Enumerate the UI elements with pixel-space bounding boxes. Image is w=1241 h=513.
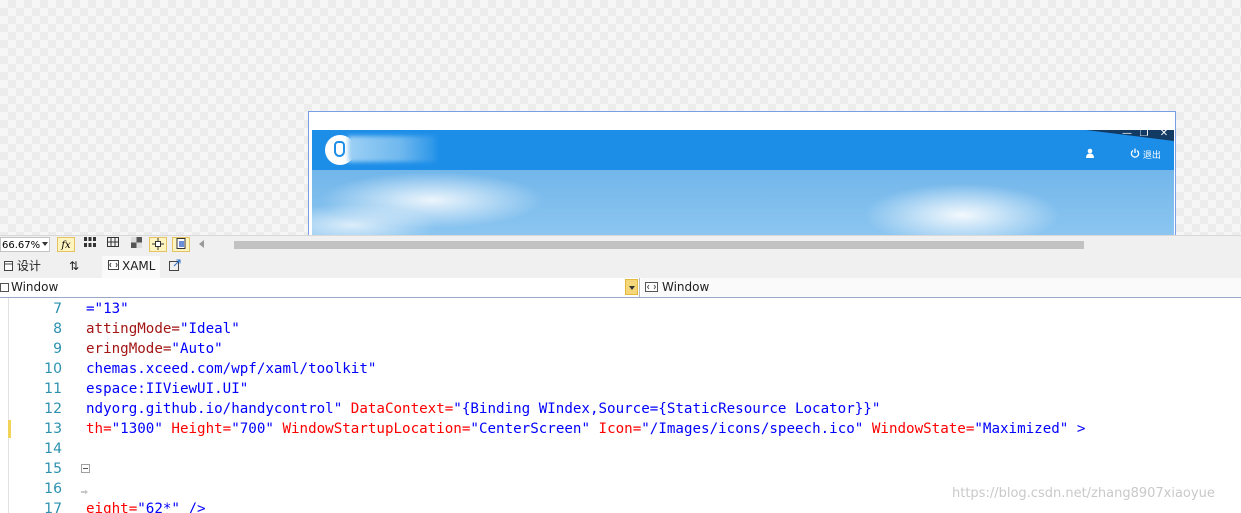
project-code-icon[interactable] bbox=[172, 237, 190, 252]
blurred-app-title bbox=[348, 136, 436, 162]
code-text: attingMode="Ideal" bbox=[86, 319, 240, 339]
element-selector-right[interactable]: Window bbox=[641, 278, 1241, 297]
line-number: 12 bbox=[44, 401, 62, 417]
line-number: 16 bbox=[44, 481, 62, 497]
line-number: 9 bbox=[53, 341, 62, 357]
window-preview[interactable]: — ❐ ✕ 退出 bbox=[308, 111, 1176, 235]
line-number: 11 bbox=[44, 381, 62, 397]
element-selector-left[interactable]: Window bbox=[0, 278, 640, 297]
minimize-icon[interactable]: — bbox=[1118, 128, 1136, 139]
view-tab-row: 设计 ⇅ XAML bbox=[0, 254, 1241, 278]
code-token: "{Binding WIndex,Source={StaticResource … bbox=[453, 401, 881, 417]
code-line[interactable]: 13 th="1300" Height="700" WindowStartupLo… bbox=[0, 419, 1241, 439]
logout-button[interactable]: 退出 bbox=[1130, 148, 1161, 161]
xaml-view-icon bbox=[108, 258, 119, 274]
scroll-left-arrow-icon[interactable] bbox=[199, 240, 204, 248]
watermark: https://blog.csdn.net/zhang8907xiaoyue bbox=[952, 486, 1215, 501]
code-line[interactable]: 8 attingMode="Ideal" bbox=[0, 319, 1241, 339]
grid-toggle-icon[interactable] bbox=[81, 237, 99, 252]
code-text: eringMode="Auto" bbox=[86, 339, 223, 359]
code-navigation-bar: Window Window bbox=[0, 278, 1241, 298]
code-line[interactable]: 15 bbox=[0, 459, 1241, 479]
code-token: "62*" bbox=[137, 501, 180, 513]
line-number: 15 bbox=[44, 461, 62, 477]
code-token: "Auto" bbox=[171, 341, 223, 357]
code-token: eringMode= bbox=[86, 341, 172, 357]
code-token: DataContext= bbox=[342, 401, 454, 417]
code-token: espace:IIViewUI.UI" bbox=[86, 381, 249, 397]
sky-background-image bbox=[312, 170, 1174, 235]
code-token: "700" bbox=[231, 421, 274, 437]
line-number: 14 bbox=[44, 441, 62, 457]
code-token: "Maximized" bbox=[974, 421, 1069, 437]
code-token: > bbox=[1068, 421, 1086, 437]
tab-design[interactable]: 设计 bbox=[4, 258, 41, 274]
line-number: 13 bbox=[44, 421, 62, 437]
element-selector-right-value: Window bbox=[662, 280, 710, 294]
swap-panes-button[interactable]: ⇅ bbox=[69, 258, 79, 274]
code-line[interactable]: 17 eight="62*" /> bbox=[0, 499, 1241, 513]
line-number: 7 bbox=[53, 301, 62, 317]
tab-xaml-label: XAML bbox=[122, 259, 156, 273]
code-token: "1300" bbox=[111, 421, 163, 437]
popout-pane-icon[interactable] bbox=[169, 259, 181, 275]
artboard-background-icon[interactable] bbox=[127, 237, 145, 252]
restore-icon[interactable]: ❐ bbox=[1135, 128, 1153, 139]
chevron-down-icon[interactable] bbox=[625, 279, 638, 295]
code-line[interactable]: 12 ndyorg.github.io/handycontrol" DataCon… bbox=[0, 399, 1241, 419]
code-line[interactable]: 10 chemas.xceed.com/wpf/xaml/toolkit" bbox=[0, 359, 1241, 379]
code-token: "/Images/icons/speech.ico" bbox=[641, 421, 864, 437]
designer-toolbar: 66.67% fx bbox=[0, 235, 1241, 255]
code-text: th="1300" Height="700" WindowStartupLoca… bbox=[86, 419, 1085, 439]
code-token: "Ideal" bbox=[179, 321, 240, 337]
line-number: 10 bbox=[44, 361, 62, 377]
code-token: ="13" bbox=[86, 301, 129, 317]
code-line[interactable]: 9 eringMode="Auto" bbox=[0, 339, 1241, 359]
code-token: eight= bbox=[86, 501, 138, 513]
design-surface[interactable]: — ❐ ✕ 退出 bbox=[0, 0, 1241, 235]
code-token: WindowState= bbox=[863, 421, 975, 437]
code-text: chemas.xceed.com/wpf/xaml/toolkit" bbox=[86, 359, 376, 379]
line-number: 17 bbox=[44, 501, 62, 513]
snap-grid-icon[interactable] bbox=[104, 237, 122, 252]
code-text: ="13" bbox=[86, 299, 129, 319]
logout-label: 退出 bbox=[1142, 151, 1161, 161]
code-token: /> bbox=[179, 501, 206, 513]
formula-toggle-button[interactable]: fx bbox=[57, 237, 75, 252]
code-token: ndyorg.github.io/handycontrol" bbox=[86, 401, 343, 417]
code-token: Icon= bbox=[590, 421, 642, 437]
code-text: ndyorg.github.io/handycontrol" DataConte… bbox=[86, 399, 880, 419]
code-line[interactable]: 11 espace:IIViewUI.UI" bbox=[0, 379, 1241, 399]
code-line[interactable]: 7 ="13" bbox=[0, 299, 1241, 319]
code-token: Height= bbox=[162, 421, 232, 437]
code-text: espace:IIViewUI.UI" bbox=[86, 379, 248, 399]
xml-element-icon bbox=[0, 280, 9, 294]
design-view-icon bbox=[4, 261, 13, 271]
xml-element-icon bbox=[645, 280, 658, 294]
zoom-combo[interactable]: 66.67% bbox=[0, 237, 50, 252]
line-number: 8 bbox=[53, 321, 62, 337]
xaml-code-editor[interactable]: 7 ="13" 8 attingMode="Ideal" 9 eringMode="Aut… bbox=[0, 298, 1241, 513]
code-token: "CenterScreen" bbox=[470, 421, 590, 437]
power-icon bbox=[1130, 148, 1140, 158]
code-token: WindowStartupLocation= bbox=[273, 421, 471, 437]
fold-collapse-icon[interactable] bbox=[81, 464, 90, 473]
tab-design-label: 设计 bbox=[16, 259, 41, 273]
user-icon[interactable] bbox=[1085, 148, 1095, 161]
tab-xaml[interactable]: XAML bbox=[102, 256, 160, 278]
code-token: th= bbox=[86, 421, 112, 437]
code-token: attingMode= bbox=[86, 321, 180, 337]
code-line[interactable]: 14 bbox=[0, 439, 1241, 459]
code-token: chemas.xceed.com/wpf/xaml/toolkit" bbox=[86, 361, 377, 377]
element-selector-left-value: Window bbox=[11, 280, 59, 294]
app-header-bar: — ❐ ✕ 退出 bbox=[312, 128, 1174, 170]
snap-to-snaplines-icon[interactable] bbox=[149, 237, 167, 252]
close-icon[interactable]: ✕ bbox=[1155, 128, 1173, 139]
chevron-down-icon bbox=[42, 242, 48, 246]
code-text: eight="62*" /> bbox=[86, 499, 206, 513]
horizontal-scrollbar-thumb[interactable] bbox=[234, 241, 1084, 249]
zoom-value: 66.67% bbox=[2, 240, 41, 251]
